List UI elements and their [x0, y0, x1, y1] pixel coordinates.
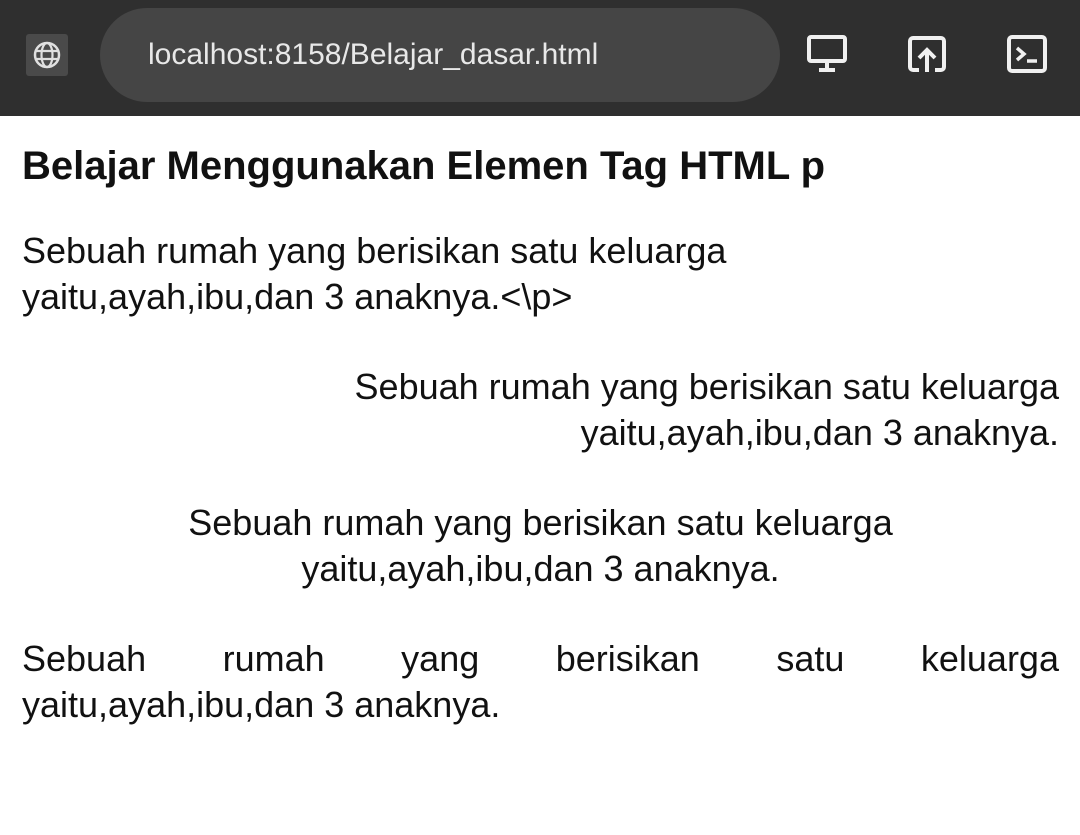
- paragraph-line: yaitu,ayah,ibu,dan 3 anaknya.<\p>: [22, 276, 573, 317]
- share-icon[interactable]: [905, 32, 949, 76]
- paragraph-left: Sebuah rumah yang berisikan satu keluarg…: [22, 228, 1059, 320]
- word: satu: [776, 638, 845, 679]
- paragraph-line: Sebuah rumah yang berisikan satu keluarg…: [22, 230, 727, 271]
- paragraph-line: yaitu,ayah,ibu,dan 3 anaknya.: [22, 684, 501, 725]
- word: rumah: [222, 638, 325, 679]
- globe-icon[interactable]: [26, 34, 68, 76]
- address-bar[interactable]: localhost:8158/Belajar_dasar.html: [100, 8, 780, 102]
- desktop-icon[interactable]: [805, 32, 849, 76]
- paragraph-line: Sebuah rumah yang berisikan satu keluarg…: [188, 502, 893, 543]
- paragraph-justify: Sebuah rumah yang berisikan satu keluarg…: [22, 636, 1059, 728]
- word: berisikan: [555, 638, 700, 679]
- page-content: Belajar Menggunakan Elemen Tag HTML p Se…: [22, 116, 1059, 728]
- terminal-icon[interactable]: [1005, 32, 1049, 76]
- word: Sebuah: [22, 638, 147, 679]
- paragraph-line: yaitu,ayah,ibu,dan 3 anaknya.: [580, 412, 1059, 453]
- browser-toolbar: localhost:8158/Belajar_dasar.html: [0, 0, 1080, 116]
- paragraph-line: Sebuah rumah yang berisikan satu keluarg…: [354, 366, 1059, 407]
- paragraph-center: Sebuah rumah yang berisikan satu keluarg…: [22, 500, 1059, 592]
- paragraph-line: yaitu,ayah,ibu,dan 3 anaknya.: [301, 548, 780, 589]
- page-heading: Belajar Menggunakan Elemen Tag HTML p: [22, 144, 826, 188]
- paragraph-right: Sebuah rumah yang berisikan satu keluarg…: [22, 364, 1059, 456]
- url-text: localhost:8158/Belajar_dasar.html: [148, 38, 599, 71]
- paragraph-line: Sebuah rumah yang berisikan satu keluarg…: [22, 636, 1059, 682]
- word: keluarga: [920, 638, 1059, 679]
- word: yang: [401, 638, 480, 679]
